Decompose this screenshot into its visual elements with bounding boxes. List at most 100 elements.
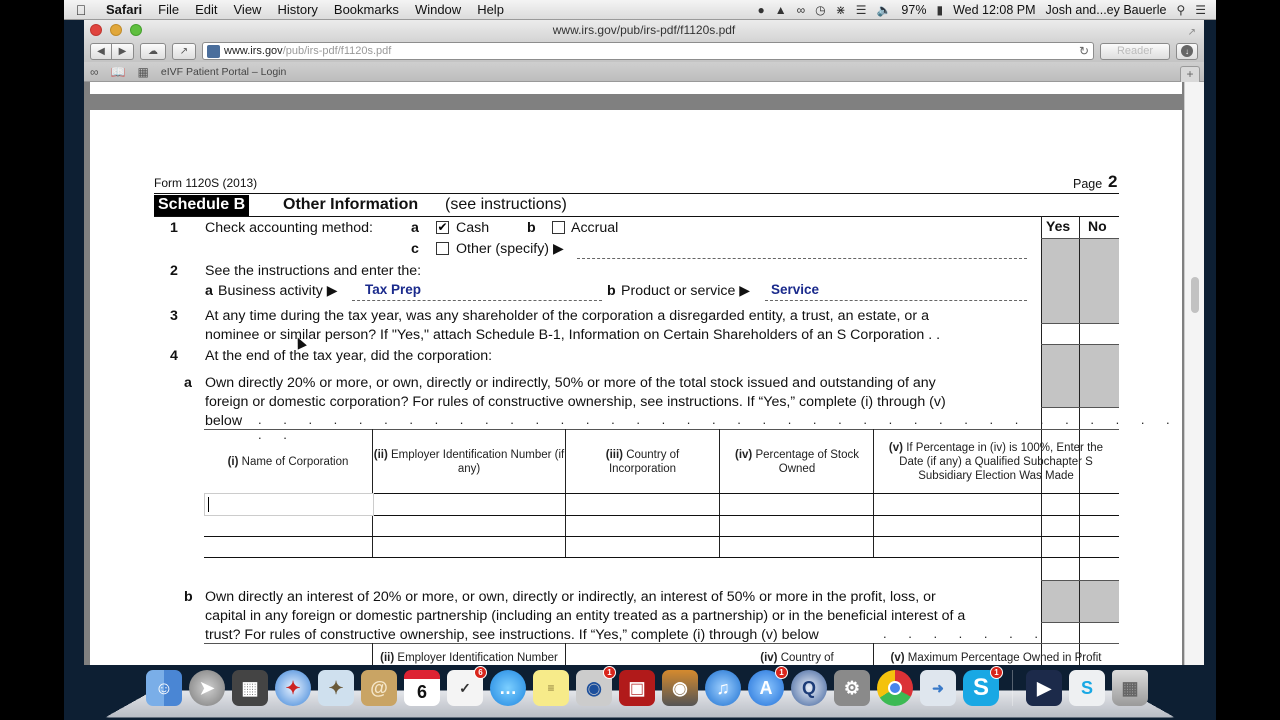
- evernote-helper-icon[interactable]: ●: [757, 3, 764, 17]
- q3-no-field[interactable]: [1080, 324, 1119, 343]
- dock-system-preferences-icon[interactable]: ⚙: [834, 670, 870, 706]
- dock-safari-icon[interactable]: ✦: [275, 670, 311, 706]
- dock-photo-booth-icon[interactable]: ▣: [619, 670, 655, 706]
- reading-list-icon[interactable]: ∞: [90, 65, 99, 79]
- menu-bar:  Safari File Edit View History Bookmark…: [64, 0, 1216, 20]
- dock-itunes-icon[interactable]: ♫: [705, 670, 741, 706]
- menu-help[interactable]: Help: [469, 2, 512, 17]
- dock-launchpad-icon[interactable]: ➤: [189, 670, 225, 706]
- percentage-input-row1[interactable]: [720, 494, 873, 514]
- col-text: Employer Identification Number (if any): [391, 449, 565, 475]
- dock-quicktime-icon[interactable]: Q: [791, 670, 827, 706]
- q4a-leader-dots: . . . . . . . . . . . . . . . . . . . . …: [258, 412, 1179, 442]
- vertical-scrollbar[interactable]: [1184, 82, 1204, 665]
- minimize-window-button[interactable]: [110, 24, 122, 36]
- q1-text: Check accounting method:: [205, 220, 373, 236]
- creative-cloud-icon[interactable]: ∞: [797, 3, 806, 17]
- dock-iphoto-icon[interactable]: ◉: [662, 670, 698, 706]
- battery-percent[interactable]: 97%: [901, 3, 926, 17]
- user-name[interactable]: Josh and...ey Bauerle: [1046, 3, 1167, 17]
- safari-window: www.irs.gov/pub/irs-pdf/f1120s.pdf ↗ ◀ ▶…: [84, 20, 1204, 665]
- scrollbar-thumb[interactable]: [1191, 277, 1199, 313]
- icloud-tabs-button[interactable]: ☁: [140, 42, 166, 60]
- google-drive-icon[interactable]: ▲: [775, 3, 787, 17]
- corporation-name-input-row1[interactable]: [204, 493, 374, 516]
- ein-input-row1[interactable]: [373, 494, 565, 514]
- dock-calendar-icon[interactable]: 6: [404, 670, 440, 706]
- dock-notes-icon[interactable]: ≡: [533, 670, 569, 706]
- q4b-leader-dots: . . . . . . .: [883, 626, 1047, 641]
- dock-contacts-icon[interactable]: @: [361, 670, 397, 706]
- menu-edit[interactable]: Edit: [187, 2, 225, 17]
- bluetooth-icon[interactable]: ⋇: [836, 3, 846, 17]
- dock-messages-icon[interactable]: …: [490, 670, 526, 706]
- time-machine-icon[interactable]: ◷: [815, 3, 825, 17]
- notification-center-icon[interactable]: ☰: [1195, 3, 1206, 17]
- dock-trash-icon[interactable]: ▦: [1112, 670, 1148, 706]
- q4b-no-field[interactable]: [1080, 623, 1119, 643]
- dock-app-store-icon[interactable]: A1: [748, 666, 788, 706]
- bookmarks-book-icon[interactable]: 📖: [111, 65, 126, 79]
- q4b-yes-field[interactable]: [1042, 623, 1079, 643]
- share-button[interactable]: ↗: [172, 42, 196, 60]
- table-b-col-divider: [565, 643, 566, 665]
- dock-downloads-stack-icon[interactable]: ▶: [1026, 670, 1062, 706]
- country-input-row1[interactable]: [566, 494, 719, 514]
- reload-icon[interactable]: ↻: [1079, 44, 1089, 58]
- back-button[interactable]: ◀: [90, 42, 112, 60]
- new-tab-button[interactable]: +: [1180, 66, 1200, 82]
- wifi-icon[interactable]: ☰: [856, 3, 867, 17]
- address-bar[interactable]: www.irs.gov/pub/irs-pdf/f1120s.pdf ↻: [202, 42, 1094, 60]
- close-window-button[interactable]: [90, 24, 102, 36]
- downloads-button[interactable]: ↓: [1176, 42, 1198, 60]
- cash-checkbox[interactable]: ✔: [436, 221, 449, 234]
- forward-button[interactable]: ▶: [112, 42, 134, 60]
- dock-skype-window-icon[interactable]: S: [1069, 670, 1105, 706]
- bookmark-eivf-portal[interactable]: eIVF Patient Portal – Login: [161, 66, 287, 78]
- menu-view[interactable]: View: [226, 2, 270, 17]
- reader-button[interactable]: Reader: [1100, 42, 1170, 60]
- chrome-center: [888, 681, 902, 695]
- dock-chrome-icon[interactable]: [877, 670, 913, 706]
- spotlight-search-icon[interactable]: ⚲: [1176, 3, 1185, 17]
- q4b-line3: trust? For rules of constructive ownersh…: [205, 627, 819, 643]
- table-b-header-country: (iv) Country of: [726, 651, 868, 665]
- dock-facetime-icon[interactable]: ◉ 1: [576, 666, 616, 706]
- clock[interactable]: Wed 12:08 PM: [953, 3, 1035, 17]
- election-date-input-row1[interactable]: [874, 494, 1119, 514]
- zoom-window-button[interactable]: [130, 24, 142, 36]
- col-num: (iv): [734, 449, 753, 461]
- business-activity-value[interactable]: Tax Prep: [365, 282, 421, 297]
- page-label: Page: [1073, 177, 1103, 191]
- q2-text: See the instructions and enter the:: [205, 263, 422, 279]
- other-method-field[interactable]: [577, 258, 1027, 259]
- dock-mission-control-icon[interactable]: ▦: [232, 670, 268, 706]
- page-number: 2: [1108, 172, 1118, 191]
- col-num: (i): [227, 456, 239, 468]
- battery-icon[interactable]: ▮: [936, 3, 943, 17]
- menu-window[interactable]: Window: [407, 2, 469, 17]
- dock-finder-icon[interactable]: ☺: [146, 670, 182, 706]
- accrual-checkbox[interactable]: [552, 221, 565, 234]
- apple-menu-icon[interactable]: : [64, 2, 98, 18]
- q4b-line2: capital in any foreign or domestic partn…: [205, 608, 966, 624]
- dock-reminders-icon[interactable]: ✓ 6: [447, 666, 487, 706]
- menu-app-safari[interactable]: Safari: [98, 2, 150, 17]
- dock-mail-icon[interactable]: ✦: [318, 670, 354, 706]
- yes-shaded-q4: [1042, 344, 1079, 407]
- dock-preview-icon[interactable]: ➜: [920, 670, 956, 706]
- menu-bookmarks[interactable]: Bookmarks: [326, 2, 407, 17]
- cloud-icon: ☁: [148, 45, 158, 57]
- menu-history[interactable]: History: [269, 2, 325, 17]
- volume-icon[interactable]: 🔈: [876, 3, 891, 17]
- q1-number: 1: [170, 220, 178, 236]
- product-service-value[interactable]: Service: [771, 282, 819, 297]
- menu-file[interactable]: File: [150, 2, 187, 17]
- q3-yes-field[interactable]: [1042, 324, 1079, 343]
- text-caret: [208, 497, 209, 512]
- dock-skype-icon[interactable]: S1: [963, 666, 1003, 706]
- top-sites-grid-icon[interactable]: ▦: [138, 65, 149, 79]
- q1-c-letter: c: [411, 241, 419, 257]
- other-method-checkbox[interactable]: [436, 242, 449, 255]
- col-text: Maximum Percentage Owned in Profit: [907, 652, 1102, 664]
